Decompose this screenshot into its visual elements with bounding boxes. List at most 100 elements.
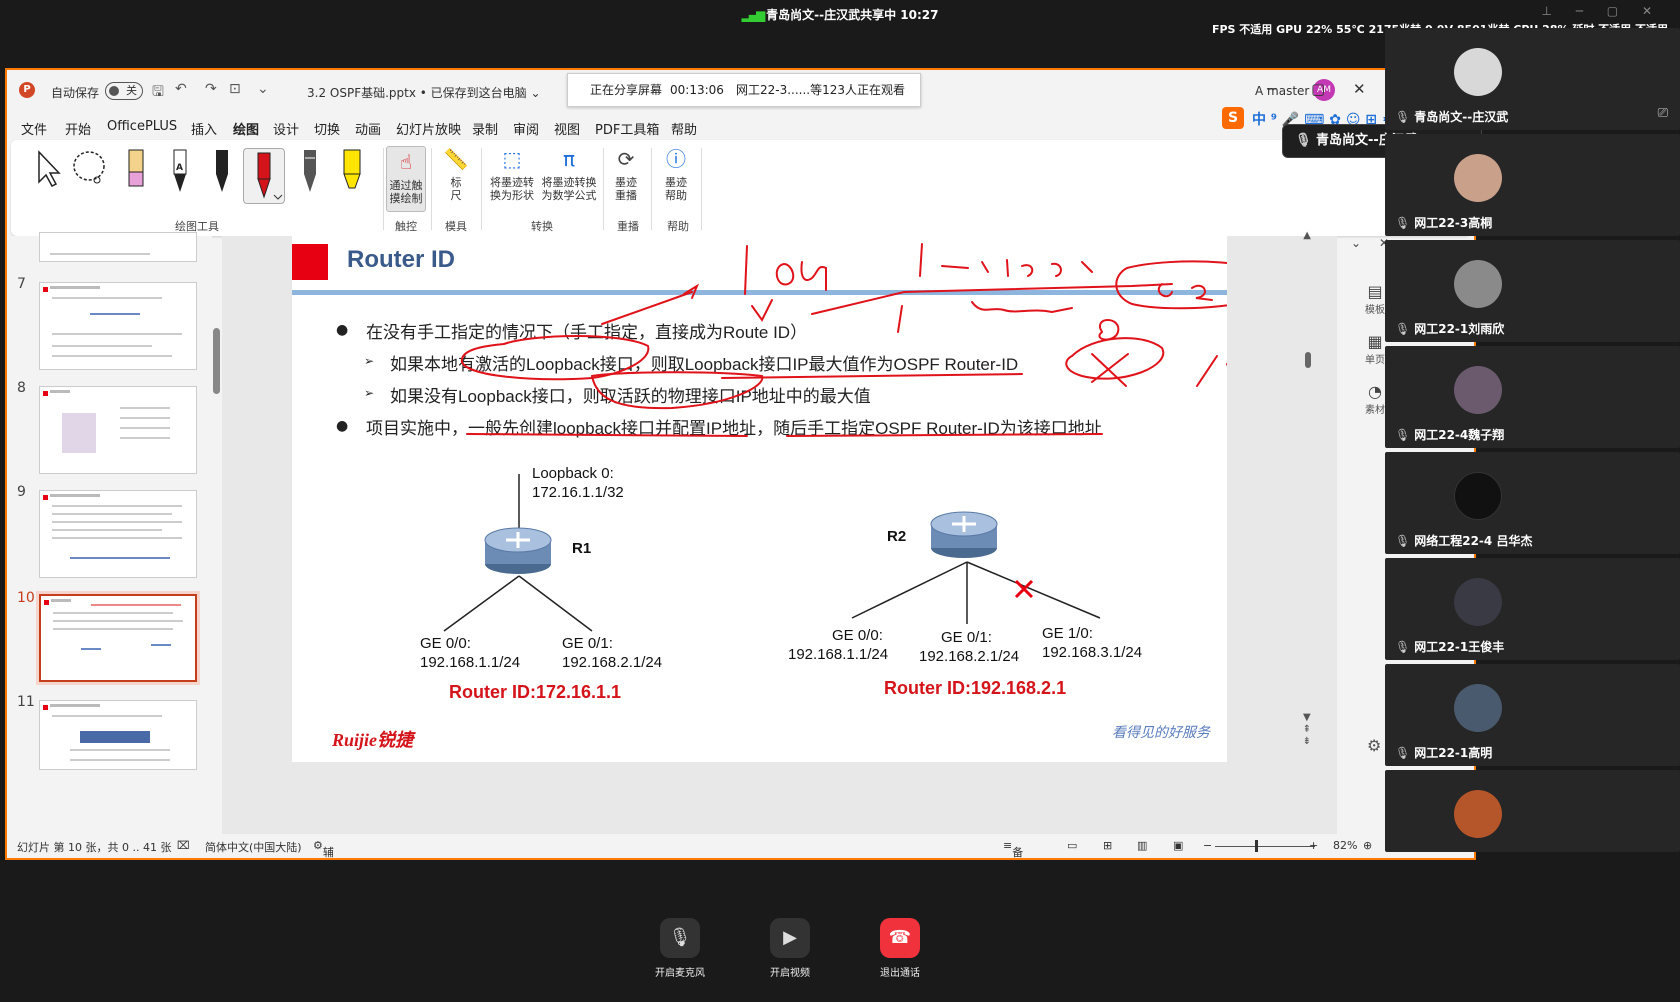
menu-home[interactable]: 开始 [65, 119, 91, 138]
video-toggle-button[interactable]: ▶ 开启视频 [750, 918, 830, 979]
group-label-replay: 重播 [617, 220, 639, 233]
menu-review[interactable]: 审阅 [513, 119, 539, 138]
scroll-up-icon[interactable]: ▲ [1303, 230, 1311, 241]
touch-draw-icon: ☝ [399, 150, 413, 174]
ink-to-math-button[interactable]: π 将墨迹转换 为数学公式 [539, 146, 599, 202]
participant-tile[interactable]: 🎙 青岛尚文--庄汉武 ⎚ [1385, 28, 1680, 130]
screen-share-banner: 正在分享屏幕 00:13:06 网工22-3......等123人正在观看 [567, 73, 921, 107]
mic-toggle-button[interactable]: 🎙 开启麦克风 [640, 918, 720, 979]
present-icon[interactable]: ⊡ [229, 81, 241, 97]
menu-file[interactable]: 文件 [21, 119, 47, 138]
pen-black-icon[interactable] [203, 148, 241, 196]
mic-icon: 🎙 [1295, 133, 1317, 148]
avatar [1454, 578, 1502, 626]
slide-thumbnail-6[interactable] [39, 232, 197, 262]
thumbnails-scrollbar[interactable] [213, 238, 221, 838]
slide-scroll-handle[interactable] [1305, 352, 1311, 368]
ink-to-shape-button[interactable]: ⬚ 将墨迹转 换为形状 [485, 146, 539, 202]
slide-thumbnails-pane: 7 8 9 10 11 [7, 232, 212, 836]
group-separator [651, 148, 652, 230]
participant-tile[interactable]: 🎙 网工22-3高桐 [1385, 134, 1680, 236]
reading-view-icon[interactable]: ▥ [1137, 839, 1147, 852]
slide-counter: 幻灯片 第 10 张，共 0 .. 41 张 [17, 841, 172, 854]
select-tool-icon[interactable] [29, 148, 67, 196]
sorter-view-icon[interactable]: ⊞ [1103, 839, 1112, 852]
menu-slideshow[interactable]: 幻灯片放映 [396, 119, 461, 138]
participant-name: 🎙 网工22-4魏子翔 [1395, 428, 1505, 442]
autosave-toggle[interactable]: 关 [105, 82, 143, 100]
lasso-tool-icon[interactable] [71, 148, 109, 196]
panel-collapse-icon[interactable]: ⌄ [1351, 236, 1361, 250]
undo-icon[interactable]: ↶ [175, 81, 187, 97]
scrollbar-handle[interactable] [213, 328, 220, 394]
accessibility-status[interactable]: ⚙ 辅助功能: 调查 [313, 839, 334, 858]
participant-tile[interactable]: 🎙 网工22-1刘雨欣 [1385, 240, 1680, 342]
touch-draw-button[interactable]: ☝ 通过触 摸绘制 [386, 146, 426, 212]
notes-button[interactable]: ≡ 备注 [1003, 839, 1023, 858]
ink-replay-button[interactable]: ⟳ 墨迹 重播 [609, 146, 643, 202]
ink-annotations [460, 243, 1227, 437]
zoom-slider[interactable] [1215, 846, 1315, 847]
account-name[interactable]: A master [1255, 84, 1309, 98]
replay-icon: ⟳ [617, 147, 635, 171]
normal-view-icon[interactable]: ▭ [1067, 839, 1077, 852]
leave-call-button[interactable]: ☎ 退出通话 [860, 918, 940, 979]
zoom-level[interactable]: 82% [1333, 839, 1357, 852]
menu-animations[interactable]: 动画 [355, 119, 381, 138]
participant-tile[interactable]: 🎙 网工22-1高明 [1385, 664, 1680, 766]
menu-insert[interactable]: 插入 [191, 119, 217, 138]
participant-tile[interactable]: 🎙 网工22-4魏子翔 [1385, 346, 1680, 448]
screen-share-icon[interactable]: ⎚ [1658, 106, 1668, 121]
customize-qat-icon[interactable]: ⌄ [257, 81, 269, 97]
fit-slide-icon[interactable]: ⊕ [1363, 839, 1372, 852]
slide-thumbnail-7[interactable] [39, 282, 197, 370]
participant-tile[interactable]: 🎙 网工22-1王俊丰 [1385, 558, 1680, 660]
participant-name: 🎙 网工22-1刘雨欣 [1395, 322, 1505, 336]
redo-icon[interactable]: ↷ [205, 81, 217, 97]
help-icon: ⓘ [666, 147, 686, 171]
slide-thumbnail-8[interactable] [39, 386, 197, 474]
ruler-button[interactable]: 📏 标 尺 [439, 146, 473, 202]
sogou-icon[interactable]: S [1222, 107, 1244, 129]
viewer-count[interactable]: 网工22-3......等123人正在观看 [736, 74, 905, 106]
mic-muted-icon: 🎙 [1395, 746, 1411, 760]
mic-icon: 🎙 [1395, 216, 1411, 230]
window-controls-meeting[interactable]: ⊥ ─ ▢ ✕ [1541, 4, 1662, 18]
save-icon[interactable]: 🖫 [152, 81, 164, 105]
panel-settings-icon[interactable]: ⚙ [1367, 736, 1381, 755]
slide-canvas[interactable]: Router ID ● 在没有手工指定的情况下（手工指定，直接成为Route I… [292, 236, 1227, 762]
thumb-number-7: 7 [17, 276, 26, 292]
zoom-slider-thumb[interactable] [1255, 840, 1258, 852]
menu-pdf[interactable]: PDF工具箱 [595, 119, 659, 138]
pen-red-icon[interactable] [243, 148, 285, 204]
participant-tile[interactable] [1385, 770, 1680, 852]
slide-thumbnail-11[interactable] [39, 700, 197, 770]
slide-editor: Router ID ● 在没有手工指定的情况下（手工指定，直接成为Route I… [222, 230, 1337, 836]
sharing-status: 正在分享屏幕 [590, 83, 663, 97]
slideshow-view-icon[interactable]: ▣ [1173, 839, 1183, 852]
zoom-in-icon[interactable]: + [1309, 839, 1318, 852]
slide-thumbnail-9[interactable] [39, 490, 197, 578]
spellcheck-icon[interactable]: ⌧ [177, 839, 190, 852]
menu-help[interactable]: 帮助 [671, 119, 697, 138]
draw-ribbon: A ☝ 通过触 摸绘制 📏 标 尺 ⬚ 将墨迹转 换为形状 π 将墨迹转换 为数学公式 … [11, 140, 1471, 236]
close-icon[interactable]: ✕ [1353, 80, 1366, 98]
scroll-down-icon[interactable]: ▼ ⇞ ⇟ [1303, 712, 1311, 748]
restore-icon[interactable]: ▢ [1311, 80, 1325, 98]
menu-view[interactable]: 视图 [554, 119, 580, 138]
ink-help-button[interactable]: ⓘ 墨迹 帮助 [659, 146, 693, 202]
language-status[interactable]: 简体中文(中国大陆) [205, 839, 302, 855]
slide-thumbnail-10[interactable] [36, 591, 200, 685]
menu-officeplus[interactable]: OfficePLUS [107, 119, 177, 134]
zoom-out-icon[interactable]: − [1203, 839, 1212, 852]
menu-design[interactable]: 设计 [273, 119, 299, 138]
document-title[interactable]: 3.2 OSPF基础.pptx • 已保存到这台电脑 ⌄ [307, 84, 541, 101]
pen-black-a-icon[interactable]: A [161, 148, 199, 196]
pencil-icon[interactable] [291, 148, 329, 196]
highlighter-icon[interactable] [333, 148, 371, 196]
menu-transitions[interactable]: 切换 [314, 119, 340, 138]
minimize-icon[interactable]: ─ [1267, 80, 1276, 98]
eraser-icon[interactable] [117, 148, 155, 196]
participant-tile[interactable]: 🎙 网络工程22-4 吕华杰 [1385, 452, 1680, 554]
menu-record[interactable]: 录制 [472, 119, 498, 138]
